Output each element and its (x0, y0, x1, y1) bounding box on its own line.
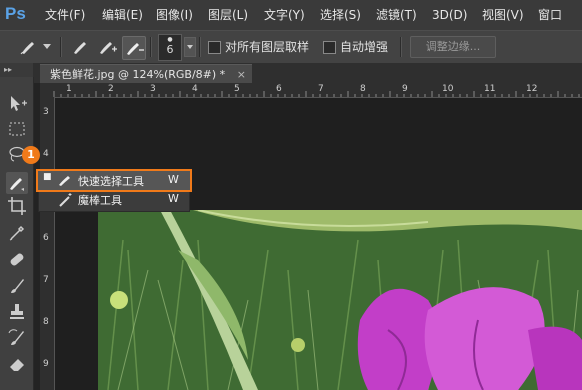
crop-tool[interactable] (6, 195, 28, 217)
flyout-item-label: 快速选择工具 (78, 175, 144, 188)
eraser-tool[interactable] (6, 353, 28, 375)
menu-bar: Ps 文件(F) 编辑(E) 图像(I) 图层(L) 文字(Y) 选择(S) 滤… (0, 0, 582, 30)
separator (199, 37, 201, 57)
purple-flower-image (98, 210, 582, 390)
left-ruler: 3 4 5 6 7 8 9 (40, 97, 55, 390)
menu-3d[interactable]: 3D(D) (432, 0, 467, 30)
brush-tool[interactable] (6, 275, 28, 297)
quick-selection-icon (10, 178, 24, 191)
rectangle-marquee-icon (9, 122, 25, 136)
sample-all-layers-label: 对所有图层取样 (225, 40, 310, 54)
brush-subtract-icon (127, 43, 144, 55)
ruler-label: 9 (43, 359, 49, 369)
separator (60, 37, 62, 57)
active-bullet-icon: ■ (43, 172, 52, 182)
brush-new-icon (74, 42, 86, 54)
close-icon[interactable]: × (229, 68, 246, 81)
chevron-down-icon (187, 45, 193, 49)
ruler-label: 6 (43, 233, 49, 243)
tool-preset-picker[interactable] (18, 36, 40, 58)
refine-edge-button[interactable]: 调整边缘... (410, 36, 496, 58)
ruler-label: 8 (43, 317, 49, 327)
subtract-from-selection-button[interactable] (122, 36, 146, 60)
move-tool[interactable] (6, 93, 28, 115)
separator (150, 37, 152, 57)
panel-collapse-button[interactable]: ▸▸ (0, 63, 33, 77)
flower-photo[interactable] (98, 210, 582, 390)
separator (400, 37, 402, 57)
options-bar: ● 6 对所有图层取样 自动增强 调整边缘... (0, 30, 582, 64)
flyout-item-magic-wand[interactable]: 魔棒工具 W (38, 190, 188, 209)
menu-select[interactable]: 选择(S) (320, 0, 361, 30)
eyedropper-icon (9, 225, 25, 241)
marquee-tool[interactable] (6, 118, 28, 140)
menu-filter[interactable]: 滤镜(T) (376, 0, 417, 30)
flyout-item-quick-selection[interactable]: ■ 快速选择工具 W (36, 169, 192, 192)
healing-brush-tool[interactable] (6, 248, 28, 270)
document-tab-title: 紫色鲜花.jpg @ 124%(RGB/8#) * (50, 68, 226, 81)
brush-add-icon (100, 42, 117, 54)
chevron-down-icon[interactable] (43, 44, 51, 49)
menu-file[interactable]: 文件(F) (45, 0, 85, 30)
document-tab[interactable]: 紫色鲜花.jpg @ 124%(RGB/8#) * × (40, 64, 252, 84)
ruler-label: 4 (43, 149, 49, 159)
eyedropper-tool[interactable] (6, 221, 28, 243)
menu-edit[interactable]: 编辑(E) (102, 0, 143, 30)
flyout-item-label: 魔棒工具 (78, 194, 122, 207)
menu-image[interactable]: 图像(I) (156, 0, 193, 30)
crop-icon (8, 197, 26, 215)
ruler-label: 7 (43, 275, 49, 285)
new-selection-button[interactable] (70, 36, 92, 58)
bandage-icon (10, 253, 24, 266)
toolbox (0, 77, 34, 390)
move-icon (11, 96, 27, 111)
stamp-icon (10, 304, 24, 319)
eraser-icon (10, 359, 24, 371)
menu-view[interactable]: 视图(V) (482, 0, 524, 30)
photoshop-logo: Ps (5, 4, 26, 23)
flyout-shortcut: W (168, 173, 179, 186)
quick-selection-brush-icon (20, 42, 34, 55)
quick-selection-tool[interactable] (6, 172, 28, 194)
clone-stamp-tool[interactable] (6, 301, 28, 323)
step-number-badge: 1 (22, 146, 40, 164)
auto-enhance-label: 自动增强 (340, 40, 389, 54)
brush-size-picker[interactable]: ● 6 (158, 34, 182, 61)
ruler-ticks (53, 91, 580, 97)
flyout-shortcut: W (168, 192, 179, 205)
menu-window[interactable]: 窗口 (538, 0, 562, 30)
sample-all-layers-checkbox[interactable] (208, 41, 221, 54)
ruler-label: 3 (43, 107, 49, 117)
menu-type[interactable]: 文字(Y) (264, 0, 305, 30)
auto-enhance-checkbox[interactable] (323, 41, 336, 54)
brush-size-value: 6 (166, 43, 174, 56)
quick-selection-icon (59, 176, 70, 186)
brush-size-dropdown[interactable] (184, 37, 196, 57)
history-brush-tool[interactable] (6, 327, 28, 349)
history-brush-icon (8, 329, 24, 345)
magic-wand-icon (59, 193, 72, 207)
add-to-selection-button[interactable] (96, 36, 118, 58)
brush-icon (11, 279, 24, 293)
menu-layer[interactable]: 图层(L) (208, 0, 248, 30)
top-ruler: 1 2 3 4 5 6 7 8 9 10 11 12 (40, 83, 582, 98)
